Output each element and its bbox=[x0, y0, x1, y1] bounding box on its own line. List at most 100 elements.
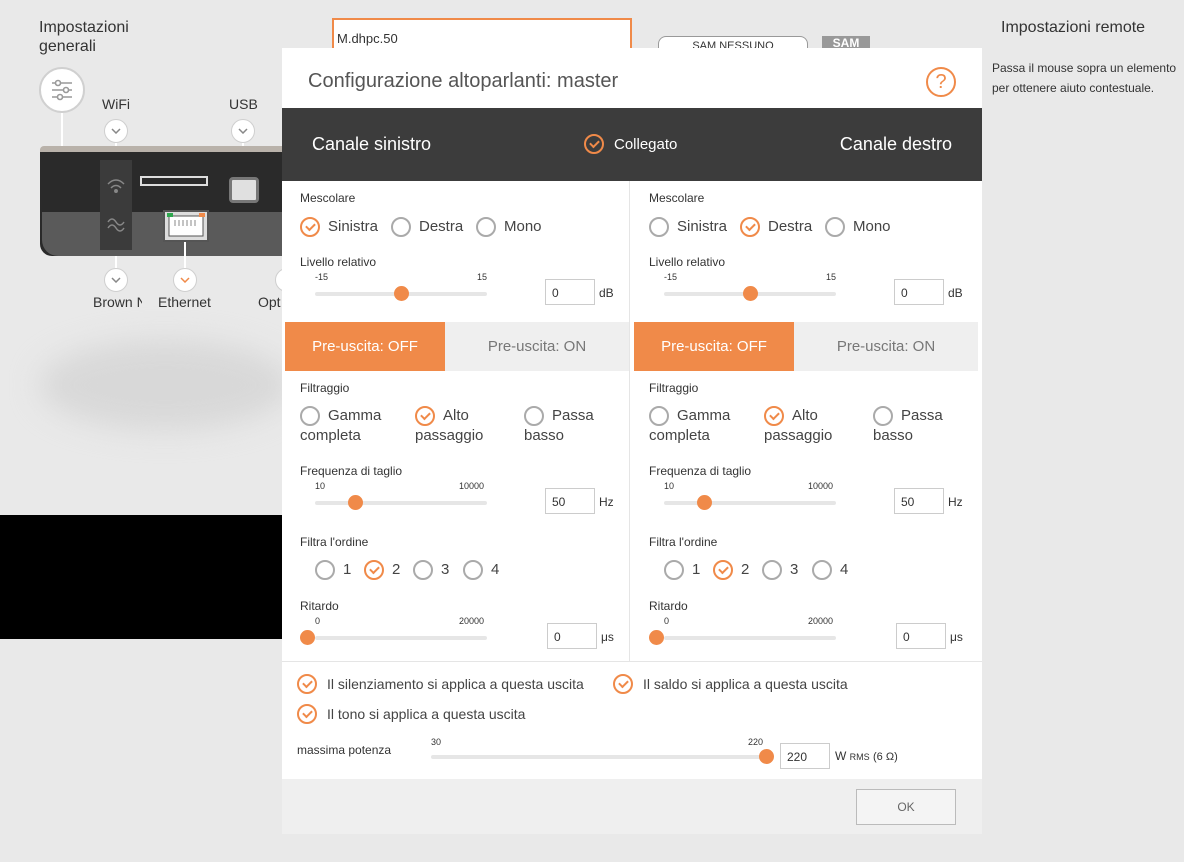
device-name-input[interactable]: M.dhpc.50 bbox=[332, 18, 632, 50]
level-input[interactable]: 0 bbox=[545, 279, 595, 305]
pre-out-toggle: Pre-uscita: OFF Pre-uscita: ON bbox=[285, 322, 629, 371]
level-slider-thumb[interactable] bbox=[743, 286, 758, 301]
port-stem bbox=[115, 256, 117, 268]
delay-slider-track[interactable] bbox=[664, 636, 836, 640]
order-option-1[interactable]: 1 bbox=[315, 560, 351, 580]
delay-slider-thumb[interactable] bbox=[649, 630, 664, 645]
balance-applies-label: Il saldo si applica a questa uscita bbox=[643, 676, 848, 692]
order-option-3[interactable]: 3 bbox=[762, 560, 798, 580]
channel-divider bbox=[629, 181, 630, 661]
filter-high-pass[interactable]: Alto passaggio bbox=[415, 406, 483, 446]
delay-max: 20000 bbox=[459, 616, 485, 626]
level-slider-thumb[interactable] bbox=[394, 286, 409, 301]
balance-applies-checkbox[interactable]: Il saldo si applica a questa uscita bbox=[613, 674, 848, 694]
filter-high-pass[interactable]: Alto passaggio bbox=[764, 406, 832, 446]
delay-unit: μs bbox=[601, 630, 614, 644]
settings-sliders-icon[interactable] bbox=[39, 67, 85, 113]
help-icon[interactable]: ? bbox=[926, 67, 956, 97]
delay-min: 0 bbox=[315, 616, 321, 626]
delay-slider-track[interactable] bbox=[315, 636, 487, 640]
level-min: -15 bbox=[315, 272, 329, 282]
chevron-down-icon[interactable] bbox=[104, 119, 128, 143]
relative-level-label: Livello relativo bbox=[649, 255, 726, 269]
cutoff-label: Frequenza di taglio bbox=[300, 464, 403, 478]
order-option-3[interactable]: 3 bbox=[413, 560, 449, 580]
order-option-4[interactable]: 4 bbox=[812, 560, 848, 580]
mute-applies-checkbox[interactable]: Il silenziamento si applica a questa usc… bbox=[297, 674, 584, 694]
delay-label: Ritardo bbox=[649, 599, 688, 613]
chevron-down-icon[interactable] bbox=[173, 268, 197, 292]
power-unit: W RMS (6 Ω) bbox=[835, 749, 898, 763]
level-max: 15 bbox=[477, 272, 488, 282]
chevron-down-icon[interactable] bbox=[231, 119, 255, 143]
freq-max: 10000 bbox=[459, 481, 485, 491]
mix-label: Mescolare bbox=[300, 191, 356, 205]
filter-low-pass[interactable]: Passa basso bbox=[873, 406, 943, 446]
freq-slider-thumb[interactable] bbox=[696, 495, 712, 510]
mix-option-left[interactable]: Sinistra bbox=[300, 217, 378, 237]
filter-full-range[interactable]: Gamma completa bbox=[300, 406, 381, 446]
port-label-optical: Opt bbox=[258, 294, 281, 310]
linked-checkbox[interactable]: Collegato bbox=[584, 134, 677, 154]
pre-out-on-button[interactable]: Pre-uscita: ON bbox=[794, 322, 978, 371]
ok-button[interactable]: OK bbox=[856, 789, 956, 825]
speaker-config-modal: Configurazione altoparlanti: master ? Ca… bbox=[282, 48, 982, 834]
check-icon bbox=[297, 674, 317, 694]
device-shadow bbox=[40, 340, 290, 430]
max-power-input[interactable]: 220 bbox=[780, 743, 830, 769]
pre-out-off-button[interactable]: Pre-uscita: OFF bbox=[634, 322, 794, 371]
general-settings-title: Impostazioni generali bbox=[39, 19, 129, 55]
pre-out-on-button[interactable]: Pre-uscita: ON bbox=[445, 322, 629, 371]
order-option-4[interactable]: 4 bbox=[463, 560, 499, 580]
device-slot bbox=[140, 176, 208, 186]
black-panel bbox=[0, 515, 282, 639]
right-channel-panel: Mescolare Sinistra Destra Mono Livello r… bbox=[634, 181, 978, 661]
order-option-2[interactable]: 2 bbox=[364, 560, 400, 580]
order-option-2[interactable]: 2 bbox=[713, 560, 749, 580]
mix-option-left[interactable]: Sinistra bbox=[649, 217, 727, 237]
level-input[interactable]: 0 bbox=[894, 279, 944, 305]
right-channel-title: Canale destro bbox=[839, 134, 952, 154]
mix-option-right[interactable]: Destra bbox=[740, 217, 812, 237]
check-icon bbox=[613, 674, 633, 694]
level-max: 15 bbox=[826, 272, 837, 282]
freq-slider-track[interactable] bbox=[315, 501, 487, 505]
mix-option-mono[interactable]: Mono bbox=[476, 217, 542, 237]
cutoff-label: Frequenza di taglio bbox=[649, 464, 752, 478]
order-option-1[interactable]: 1 bbox=[664, 560, 700, 580]
chevron-down-icon[interactable] bbox=[104, 268, 128, 292]
filter-low-pass[interactable]: Passa basso bbox=[524, 406, 594, 446]
freq-slider-track[interactable] bbox=[664, 501, 836, 505]
delay-unit: μs bbox=[950, 630, 963, 644]
sam-logo: SAM bbox=[822, 36, 870, 48]
power-slider-thumb[interactable] bbox=[759, 749, 774, 764]
freq-min: 10 bbox=[664, 481, 675, 491]
delay-max: 20000 bbox=[808, 616, 834, 626]
freq-input[interactable]: 50 bbox=[545, 488, 595, 514]
delay-input[interactable]: 0 bbox=[896, 623, 946, 649]
delay-input[interactable]: 0 bbox=[547, 623, 597, 649]
tone-applies-label: Il tono si applica a questa uscita bbox=[327, 706, 526, 722]
output-options: Il silenziamento si applica a questa usc… bbox=[282, 661, 982, 779]
power-slider-track[interactable] bbox=[431, 755, 766, 759]
relative-level-label: Livello relativo bbox=[300, 255, 377, 269]
context-help-text: Passa il mouse sopra un elemento per ott… bbox=[992, 61, 1177, 95]
tone-applies-checkbox[interactable]: Il tono si applica a questa uscita bbox=[297, 704, 525, 724]
pre-out-off-button[interactable]: Pre-uscita: OFF bbox=[285, 322, 445, 371]
freq-input[interactable]: 50 bbox=[894, 488, 944, 514]
filter-full-range[interactable]: Gamma completa bbox=[649, 406, 730, 446]
level-min: -15 bbox=[664, 272, 678, 282]
freq-slider-thumb[interactable] bbox=[347, 495, 363, 510]
port-stem bbox=[184, 242, 186, 268]
check-icon bbox=[584, 134, 604, 154]
port-label-usb: USB bbox=[229, 96, 258, 112]
delay-slider-thumb[interactable] bbox=[300, 630, 315, 645]
left-channel-title: Canale sinistro bbox=[312, 134, 432, 154]
mix-option-right[interactable]: Destra bbox=[391, 217, 463, 237]
modal-title: Configurazione altoparlanti: master bbox=[308, 70, 619, 92]
mix-option-mono[interactable]: Mono bbox=[825, 217, 891, 237]
device-icon-strip bbox=[100, 160, 132, 250]
mute-applies-label: Il silenziamento si applica a questa usc… bbox=[327, 676, 584, 692]
usb-port-icon bbox=[229, 177, 259, 203]
port-label-brown: Brown N bbox=[93, 294, 142, 310]
